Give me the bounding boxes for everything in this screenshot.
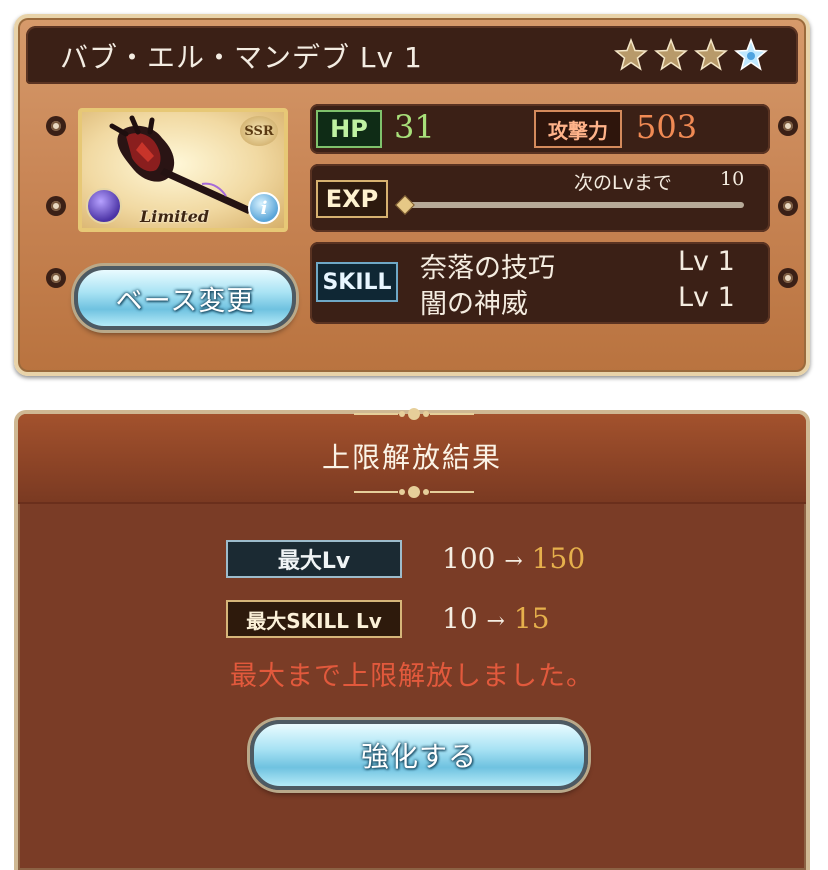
max-level-label: 最大Lv bbox=[226, 540, 402, 578]
hp-value: 31 bbox=[394, 108, 435, 146]
uncap-stars bbox=[614, 38, 768, 72]
hp-label: HP bbox=[316, 110, 382, 148]
max-level-to: 150 bbox=[531, 542, 586, 575]
weapon-thumbnail[interactable]: SSR Limited i bbox=[78, 108, 288, 232]
star-icon bbox=[654, 38, 688, 72]
max-skill-level-label: 最大SKILL Lv bbox=[226, 600, 402, 638]
skill-label: SKILL bbox=[316, 262, 398, 302]
bolt-icon bbox=[778, 268, 798, 288]
next-level-text: 次のLvまで bbox=[574, 172, 672, 194]
exp-marker-icon bbox=[395, 195, 415, 215]
ornament-icon bbox=[354, 486, 474, 498]
info-icon[interactable]: i bbox=[248, 192, 280, 224]
ornament-icon bbox=[354, 408, 474, 420]
weapon-name-level: バブ・エル・マンデブ Lv 1 bbox=[60, 41, 423, 74]
attack-value: 503 bbox=[636, 108, 698, 146]
exp-label: EXP bbox=[316, 180, 388, 218]
blue-star-icon bbox=[734, 38, 768, 72]
max-skill-to: 15 bbox=[513, 602, 550, 635]
bolt-icon bbox=[46, 196, 66, 216]
max-skill-level-change: 10 → 15 bbox=[442, 602, 550, 635]
skill-2-name: 闇の神威 bbox=[420, 289, 528, 320]
exp-panel: EXP 次のLvまで 10 bbox=[310, 164, 770, 232]
uncap-message: 最大まで上限解放しました。 bbox=[230, 661, 594, 692]
exp-bar bbox=[402, 202, 744, 208]
bolt-icon bbox=[46, 116, 66, 136]
uncap-result-panel: 上限解放結果 最大Lv 100 → 150 最大SKILL Lv 10 → 15… bbox=[14, 408, 810, 870]
skill-1-name: 奈落の技巧 bbox=[420, 253, 555, 284]
bolt-icon bbox=[778, 116, 798, 136]
result-title: 上限解放結果 bbox=[321, 441, 502, 474]
skill-panel: SKILL 奈落の技巧 Lv 1 闇の神威 Lv 1 bbox=[310, 242, 770, 324]
bolt-icon bbox=[778, 196, 798, 216]
rarity-badge: SSR bbox=[240, 116, 278, 146]
star-icon bbox=[694, 38, 728, 72]
arrow-icon: → bbox=[486, 609, 505, 634]
base-change-button[interactable]: ベース変更 bbox=[74, 266, 296, 330]
enhance-button[interactable]: 強化する bbox=[250, 720, 588, 790]
dark-element-icon bbox=[86, 188, 122, 224]
weapon-title-bar: バブ・エル・マンデブ Lv 1 bbox=[26, 26, 798, 84]
weapon-card: バブ・エル・マンデブ Lv 1 SSR Limited i ベース変更 HP 3… bbox=[14, 14, 810, 376]
bolt-icon bbox=[46, 268, 66, 288]
star-icon bbox=[614, 38, 648, 72]
limited-badge: Limited bbox=[140, 207, 210, 226]
max-level-change: 100 → 150 bbox=[442, 542, 585, 575]
max-level-from: 100 bbox=[442, 542, 496, 575]
attack-label: 攻撃力 bbox=[534, 110, 622, 148]
hp-atk-panel: HP 31 攻撃力 503 bbox=[310, 104, 770, 154]
skill-2-level: Lv 1 bbox=[678, 282, 735, 313]
result-header: 上限解放結果 bbox=[18, 408, 806, 504]
skill-1-level: Lv 1 bbox=[678, 246, 735, 277]
arrow-icon: → bbox=[504, 549, 523, 574]
max-skill-from: 10 bbox=[442, 602, 478, 635]
next-level-value: 10 bbox=[720, 168, 745, 190]
